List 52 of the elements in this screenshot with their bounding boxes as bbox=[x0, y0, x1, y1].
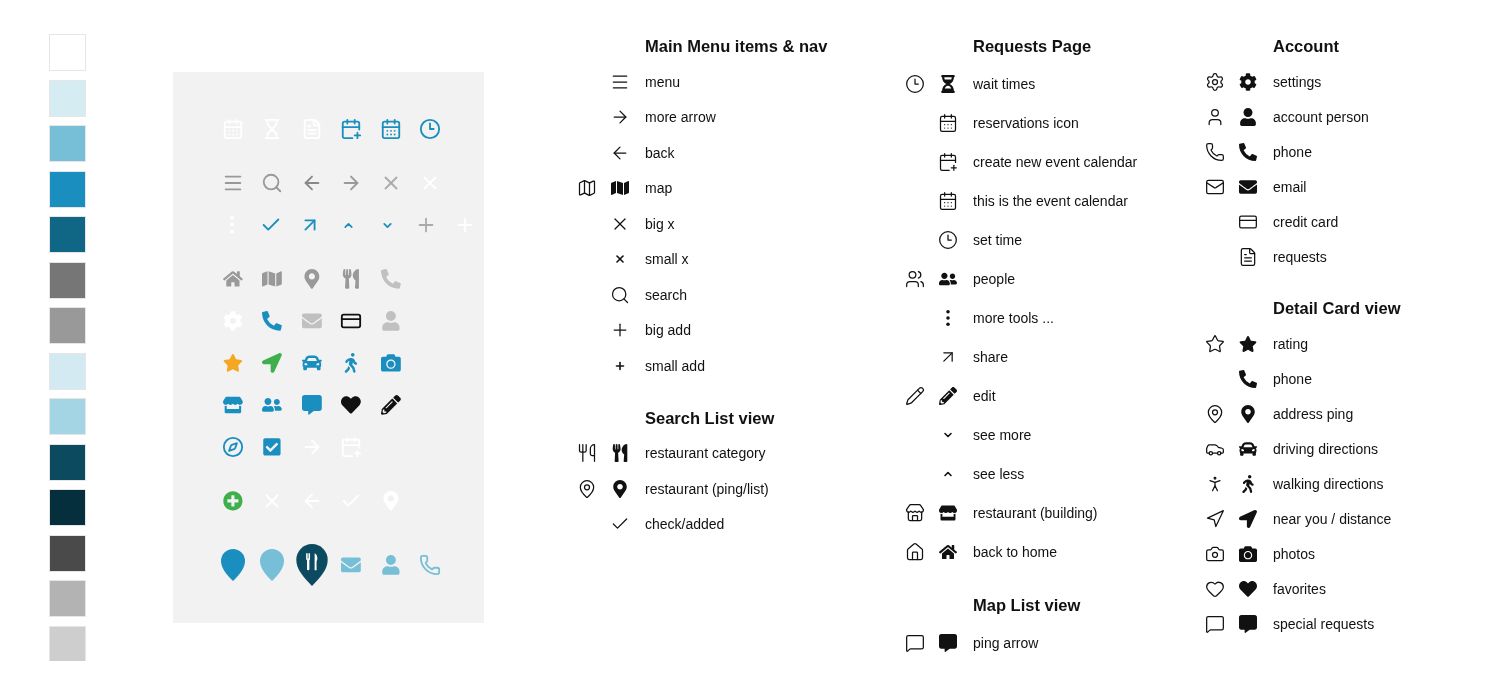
section-heading: Account bbox=[1273, 36, 1340, 57]
map-pin-icon bbox=[219, 548, 246, 582]
section-heading: Main Menu items & nav bbox=[645, 36, 829, 57]
section-heading: Detail Card view bbox=[1273, 298, 1402, 319]
section-heading: Requests Page bbox=[973, 36, 1093, 57]
icon-label: favorites bbox=[1273, 580, 1327, 597]
icon-label: special requests bbox=[1273, 615, 1376, 632]
icon-label: check/added bbox=[645, 516, 726, 533]
icon-label: big add bbox=[645, 322, 692, 339]
icon-label: menu bbox=[645, 73, 682, 90]
section-heading: Search List view bbox=[645, 407, 776, 429]
icon-label: email bbox=[1273, 178, 1308, 195]
icon-label: big x bbox=[645, 215, 676, 232]
icon-label: small x bbox=[645, 251, 690, 268]
icon-label: more tools ... bbox=[973, 309, 1055, 326]
icon-label: restaurant (ping/list) bbox=[645, 480, 770, 497]
icon-label: share bbox=[973, 348, 1010, 365]
plus-small-icon bbox=[613, 359, 626, 372]
section-heading: Map List view bbox=[973, 595, 1082, 616]
icon-label: search bbox=[645, 286, 689, 303]
icon-label: rating bbox=[1273, 335, 1310, 352]
icon-label: address ping bbox=[1273, 405, 1355, 422]
icon-label: create new event calendar bbox=[973, 153, 1139, 170]
icon-label: edit bbox=[973, 387, 997, 404]
icon-label: people bbox=[973, 270, 1017, 287]
icon-label: phone bbox=[1273, 143, 1313, 160]
icon-label: set time bbox=[973, 231, 1023, 248]
icon-label: ping arrow bbox=[973, 634, 1040, 651]
icon-label: credit card bbox=[1273, 213, 1340, 230]
icon-label: back to home bbox=[973, 543, 1059, 560]
icon-label: requests bbox=[1273, 248, 1328, 265]
icon-label: this is the event calendar bbox=[973, 192, 1129, 209]
icon-label: back bbox=[645, 144, 676, 161]
icon-label: account person bbox=[1273, 108, 1370, 125]
icon-label: more arrow bbox=[645, 109, 717, 126]
icon-label: restaurant (building) bbox=[973, 504, 1099, 521]
icon-label: see less bbox=[973, 465, 1026, 482]
icon-label: settings bbox=[1273, 73, 1323, 90]
icon-label: reservations icon bbox=[973, 114, 1080, 131]
icon-label: map bbox=[645, 180, 674, 197]
icon-label: walking directions bbox=[1273, 475, 1385, 492]
icon-label: small add bbox=[645, 357, 706, 374]
icon-label: wait times bbox=[973, 75, 1037, 92]
map-pin-icon bbox=[259, 548, 286, 582]
icon-label: photos bbox=[1273, 545, 1317, 562]
icon-label: restaurant category bbox=[645, 445, 767, 462]
icon-label: see more bbox=[973, 426, 1033, 443]
close-small-icon bbox=[613, 253, 626, 266]
icon-label: phone bbox=[1273, 370, 1313, 387]
utensils-pin-icon bbox=[294, 542, 329, 588]
icon-label: near you / distance bbox=[1273, 510, 1393, 527]
icon-label: driving directions bbox=[1273, 440, 1380, 457]
